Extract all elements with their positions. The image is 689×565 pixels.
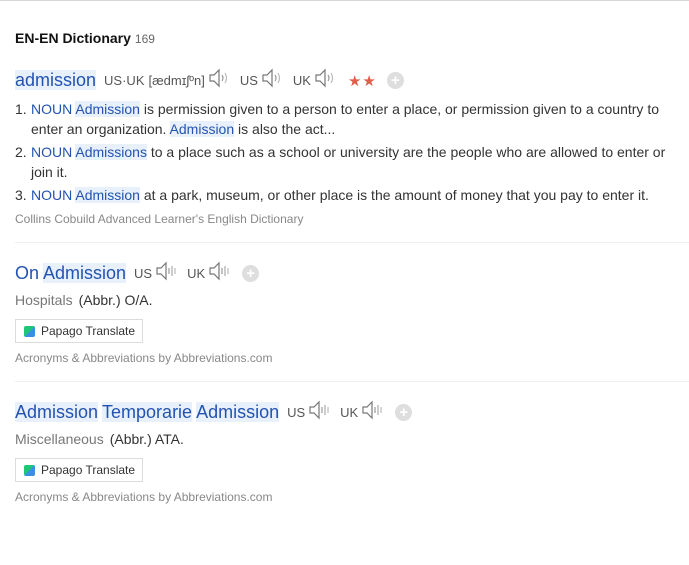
papago-translate-button[interactable]: Papago Translate: [15, 458, 143, 482]
entry1-definitions: 1. NOUN Admission is permission given to…: [15, 99, 675, 208]
section-title: EN-EN Dictionary 169: [15, 30, 155, 46]
entry3-category: Miscellaneous: [15, 431, 104, 447]
definition-item: 1. NOUN Admission is permission given to…: [15, 101, 659, 137]
entry1-us-label: US: [239, 73, 258, 88]
entry1-headword[interactable]: admission: [15, 70, 97, 91]
entry1-uk-label: UK: [292, 73, 311, 88]
entry3-abbr: (Abbr.) ATA.: [109, 431, 184, 447]
entry3-header: Admission Temporarie Admission US UK +: [15, 400, 413, 425]
speaker-icon[interactable]: [361, 400, 385, 425]
entry3-headword[interactable]: Admission Temporarie Admission: [15, 402, 280, 423]
entry1-pron-usuk-label: US·UK: [104, 73, 145, 88]
entry2-abbr: (Abbr.) O/A.: [78, 292, 153, 308]
section-title-text: EN-EN Dictionary: [15, 30, 131, 46]
speaker-icon[interactable]: [308, 400, 332, 425]
entry2-category: Hospitals: [15, 292, 73, 308]
entry2-headword[interactable]: On Admission: [15, 263, 127, 284]
definition-item: 3. NOUN Admission at a park, museum, or …: [15, 187, 649, 203]
add-wordbook-icon[interactable]: +: [386, 72, 404, 89]
speaker-icon[interactable]: [155, 261, 179, 286]
entry2-uk-label: UK: [187, 266, 206, 281]
entry2-header: On Admission US UK +: [15, 261, 260, 286]
add-wordbook-icon[interactable]: +: [242, 265, 260, 282]
papago-logo-icon: [24, 325, 35, 337]
frequency-stars-icon: ★★: [347, 72, 377, 90]
entry1-header: admission US·UK [ædmɪʃºn] US UK ★★ +: [15, 68, 404, 93]
entry2-abbr-line: Hospitals (Abbr.) O/A.: [15, 292, 153, 308]
entry3-us-label: US: [287, 405, 306, 420]
speaker-icon[interactable]: [208, 68, 232, 93]
divider: [15, 242, 689, 243]
entry3-source: Acronyms & Abbreviations by Abbreviation…: [15, 490, 273, 504]
entry1-source: Collins Cobuild Advanced Learner's Engli…: [15, 212, 304, 226]
papago-translate-button[interactable]: Papago Translate: [15, 319, 143, 343]
entry3-uk-label: UK: [340, 405, 359, 420]
entry3-abbr-line: Miscellaneous (Abbr.) ATA.: [15, 431, 184, 447]
add-wordbook-icon[interactable]: +: [395, 404, 413, 421]
papago-logo-icon: [24, 464, 35, 476]
entry2-us-label: US: [134, 266, 153, 281]
entry1-ipa: [ædmɪʃºn]: [148, 73, 205, 88]
divider: [15, 381, 689, 382]
speaker-icon[interactable]: [208, 261, 232, 286]
result-count: 169: [134, 32, 155, 46]
definition-item: 2. NOUN Admissions to a place such as a …: [15, 144, 666, 180]
entry2-source: Acronyms & Abbreviations by Abbreviation…: [15, 351, 273, 365]
speaker-icon[interactable]: [261, 68, 285, 93]
speaker-icon[interactable]: [314, 68, 338, 93]
